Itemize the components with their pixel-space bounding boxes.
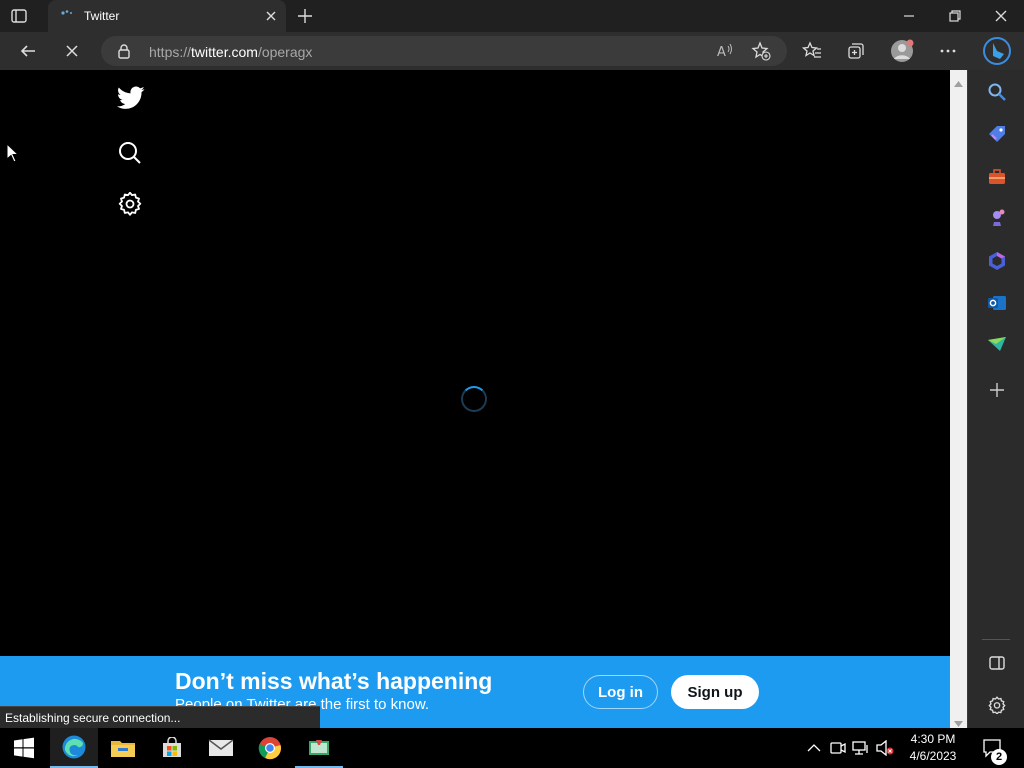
stop-loading-button[interactable] [59, 39, 85, 63]
minimize-button[interactable] [886, 0, 932, 32]
url-text[interactable]: https://twitter.com/operagx [149, 44, 312, 60]
tab-actions-icon[interactable] [10, 7, 28, 25]
outlook-icon[interactable] [986, 292, 1008, 314]
favorites-icon[interactable] [799, 39, 825, 63]
url-path: /operagx [257, 44, 313, 60]
address-bar[interactable]: https://twitter.com/operagx A [101, 36, 787, 66]
tray-overflow-chevron-icon[interactable] [805, 739, 823, 757]
web-page: Don’t miss what’s happening People on Tw… [0, 70, 950, 728]
taskbar-file-explorer-icon[interactable] [99, 728, 147, 768]
active-tab[interactable]: Twitter [48, 0, 286, 32]
edge-sidebar [967, 70, 1024, 728]
profile-avatar[interactable] [889, 39, 915, 63]
tools-briefcase-icon[interactable] [986, 166, 1008, 188]
twitter-logo-icon[interactable] [116, 86, 145, 115]
clock-date: 4/6/2023 [909, 749, 957, 763]
start-button[interactable] [0, 728, 48, 768]
taskbar-store-icon[interactable] [148, 728, 196, 768]
new-tab-icon[interactable] [296, 7, 314, 25]
shopping-tag-icon[interactable] [986, 123, 1008, 145]
add-favorite-icon[interactable] [751, 41, 771, 61]
add-sidebar-app-icon[interactable] [986, 379, 1008, 401]
banner-title: Don’t miss what’s happening [175, 668, 493, 694]
back-button[interactable] [15, 39, 41, 63]
tray-network-icon[interactable] [852, 739, 870, 757]
vertical-scrollbar[interactable] [950, 70, 967, 728]
loading-spinner [461, 386, 487, 412]
mouse-cursor-icon [6, 142, 20, 168]
microsoft-365-icon[interactable] [986, 250, 1008, 272]
taskbar-mail-icon[interactable] [197, 728, 245, 768]
svg-text:A: A [717, 45, 726, 60]
notification-count-badge: 2 [991, 747, 1007, 765]
bing-chat-icon[interactable] [982, 36, 1012, 66]
games-chess-icon[interactable] [986, 207, 1008, 229]
read-aloud-icon[interactable]: A [715, 41, 735, 61]
url-host: twitter.com [191, 44, 258, 60]
navigation-bar: https://twitter.com/operagx A [0, 32, 1024, 70]
taskbar-edge-icon[interactable] [50, 728, 98, 768]
scroll-up-arrow-icon[interactable] [954, 74, 963, 92]
close-window-button[interactable] [978, 0, 1024, 32]
taskbar-chrome-icon[interactable] [246, 728, 294, 768]
collections-icon[interactable] [843, 39, 869, 63]
send-drop-icon[interactable] [986, 333, 1008, 355]
taskbar-clock[interactable]: 4:30 PM 4/6/2023 [900, 731, 966, 765]
tab-bar: Twitter [0, 0, 1024, 32]
clock-time: 4:30 PM [910, 732, 956, 746]
more-options-icon[interactable] [935, 39, 961, 63]
settings-gear-icon[interactable] [118, 191, 142, 221]
taskbar-app-icon[interactable] [295, 728, 343, 768]
tray-volume-muted-icon[interactable] [876, 739, 894, 757]
hide-sidebar-icon[interactable] [986, 652, 1008, 674]
status-bubble: Establishing secure connection... [0, 706, 320, 728]
restore-button[interactable] [932, 0, 978, 32]
notification-count: 2 [991, 749, 1007, 765]
sidebar-settings-icon[interactable] [986, 694, 1008, 716]
sidebar-search-icon[interactable] [986, 81, 1008, 103]
tab-title: Twitter [84, 9, 120, 23]
login-button[interactable]: Log in [583, 675, 658, 709]
taskbar: 4:30 PM 4/6/2023 [0, 728, 1024, 768]
sidebar-divider [982, 639, 1010, 640]
lock-icon[interactable] [117, 43, 131, 64]
loading-icon [60, 9, 74, 23]
tray-meet-now-icon[interactable] [829, 739, 847, 757]
search-icon[interactable] [118, 141, 142, 170]
url-scheme: https:// [149, 44, 192, 60]
signup-button[interactable]: Sign up [671, 675, 759, 709]
close-tab-icon[interactable] [263, 8, 279, 24]
